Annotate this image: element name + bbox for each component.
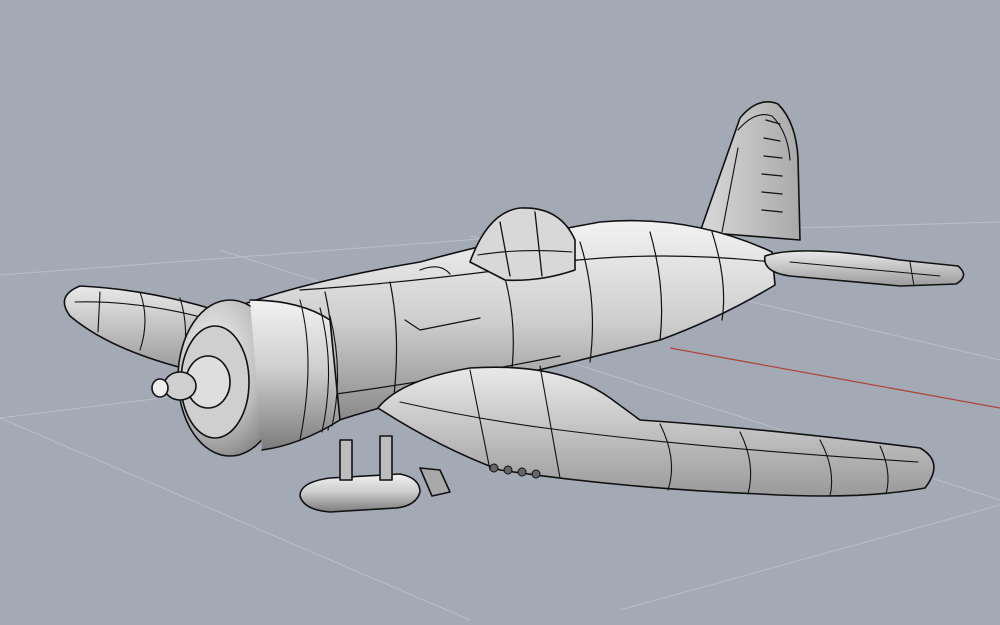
- viewport-canvas[interactable]: [0, 0, 1000, 625]
- perspective-viewport[interactable]: [0, 0, 1000, 625]
